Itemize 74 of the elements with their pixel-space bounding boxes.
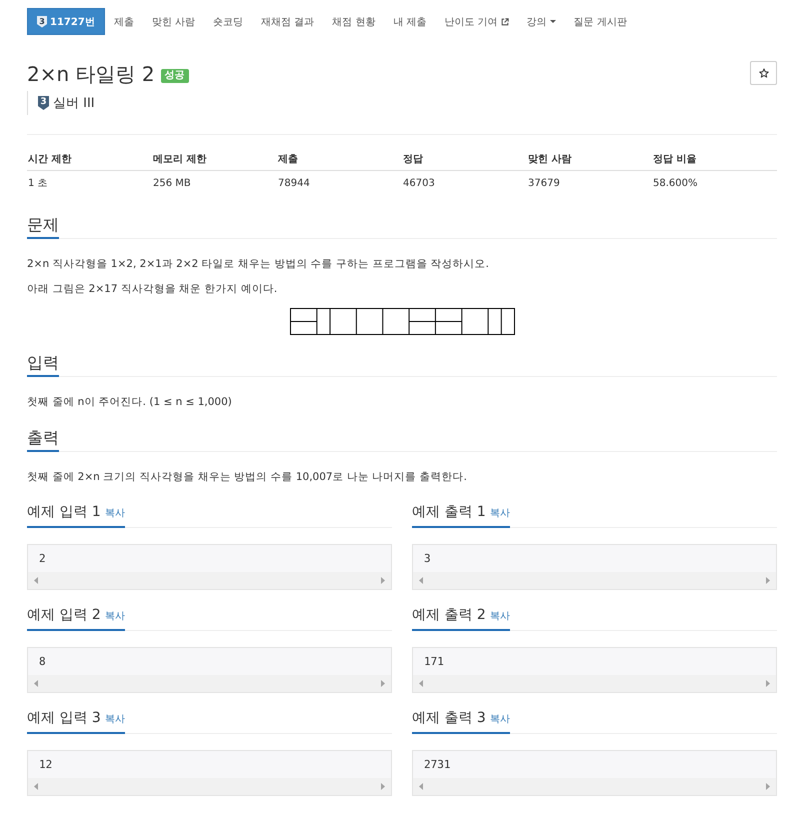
scroll-left-icon[interactable] xyxy=(34,783,38,790)
nav-tab[interactable]: 질문 게시판 xyxy=(564,8,636,35)
scroll-left-icon[interactable] xyxy=(34,577,38,584)
sample-value: 8 xyxy=(38,654,47,670)
scroll-left-icon[interactable] xyxy=(419,783,423,790)
copy-link[interactable]: 복사 xyxy=(490,502,510,526)
problem-title: 2×n 타일링 2 xyxy=(27,61,155,87)
horizontal-scrollbar[interactable] xyxy=(28,778,391,795)
copy-link[interactable]: 복사 xyxy=(490,708,510,732)
tier-badge: 3 xyxy=(38,96,49,110)
copy-link[interactable]: 복사 xyxy=(104,605,125,629)
nav-tab[interactable]: 내 제출 xyxy=(384,8,436,35)
tier-badge: 3 xyxy=(37,16,47,28)
result-badge: 성공 xyxy=(160,69,189,83)
column-header: 맞힌 사람 xyxy=(527,147,652,170)
star-icon xyxy=(758,68,768,78)
sample-heading: 예제 입력 2 xyxy=(27,606,101,625)
copy-link[interactable]: 복사 xyxy=(490,605,510,629)
table-cell: 1 초 xyxy=(27,170,152,195)
sample-value: 2 xyxy=(38,551,47,567)
scroll-right-icon[interactable] xyxy=(766,577,770,584)
sample-heading: 예제 입력 3 xyxy=(27,709,101,728)
nav-tab[interactable]: 난이도 기여 xyxy=(436,8,518,35)
tier-name: 실버 III xyxy=(53,95,95,112)
sample-heading: 예제 입력 1 xyxy=(27,503,101,522)
horizontal-scrollbar[interactable] xyxy=(413,572,776,589)
scroll-right-icon[interactable] xyxy=(381,577,385,584)
section-heading: 입력 xyxy=(27,351,59,377)
sample-value: 171 xyxy=(423,654,445,670)
nav-tab[interactable]: 재채점 결과 xyxy=(252,8,324,35)
column-header: 제출 xyxy=(277,147,402,170)
sample-value: 2731 xyxy=(423,757,452,773)
table-cell: 78944 xyxy=(277,170,402,195)
table-cell: 37679 xyxy=(527,170,652,195)
sample-value: 3 xyxy=(423,551,432,567)
external-link-icon xyxy=(500,18,509,26)
favorite-button[interactable] xyxy=(750,61,777,85)
scroll-left-icon[interactable] xyxy=(419,577,423,584)
scroll-right-icon[interactable] xyxy=(381,783,385,790)
horizontal-scrollbar[interactable] xyxy=(413,778,776,795)
nav-tab[interactable]: 강의 xyxy=(518,8,565,35)
sample-value: 12 xyxy=(38,757,54,773)
paragraph: 아래 그림은 2×17 직사각형을 채운 한가지 예이다. xyxy=(27,282,278,297)
nav-tab[interactable]: 제출 xyxy=(104,8,143,35)
table-cell: 256 MB xyxy=(152,170,277,195)
scroll-right-icon[interactable] xyxy=(766,680,770,687)
scroll-left-icon[interactable] xyxy=(34,680,38,687)
table-cell: 46703 xyxy=(402,170,527,195)
nav-tab[interactable]: 숏코딩 xyxy=(204,8,252,35)
horizontal-scrollbar[interactable] xyxy=(413,675,776,692)
column-header: 정답 xyxy=(402,147,527,170)
sample-heading: 예제 출력 3 xyxy=(412,709,486,728)
nav-tab[interactable]: 3 11727번 xyxy=(27,8,105,35)
paragraph: 첫째 줄에 n이 주어진다. (1 ≤ n ≤ 1,000) xyxy=(27,395,233,410)
sample-heading: 예제 출력 2 xyxy=(412,606,486,625)
sample-heading: 예제 출력 1 xyxy=(412,503,486,522)
paragraph: 2×n 직사각형을 1×2, 2×1과 2×2 타일로 채우는 방법의 수를 구하는 프로그램을 작성하시오. xyxy=(27,257,490,272)
column-header: 시간 제한 xyxy=(27,147,152,170)
nav-tab[interactable]: 채점 현황 xyxy=(323,8,384,35)
column-header: 정답 비율 xyxy=(652,147,777,170)
scroll-right-icon[interactable] xyxy=(766,783,770,790)
table-cell: 58.600% xyxy=(652,170,777,195)
copy-link[interactable]: 복사 xyxy=(104,502,125,526)
section-heading: 문제 xyxy=(27,213,59,239)
horizontal-scrollbar[interactable] xyxy=(28,675,391,692)
paragraph: 첫째 줄에 2×n 크기의 직사각형을 채우는 방법의 수를 10,007로 나눈 나머지를 출력한다. xyxy=(27,470,468,485)
column-header: 메모리 제한 xyxy=(152,147,277,170)
copy-link[interactable]: 복사 xyxy=(104,708,125,732)
nav-tab[interactable]: 맞힌 사람 xyxy=(142,8,204,35)
caret-icon xyxy=(550,20,556,23)
scroll-left-icon[interactable] xyxy=(419,680,423,687)
section-heading: 출력 xyxy=(27,426,59,452)
scroll-right-icon[interactable] xyxy=(381,680,385,687)
horizontal-scrollbar[interactable] xyxy=(28,572,391,589)
